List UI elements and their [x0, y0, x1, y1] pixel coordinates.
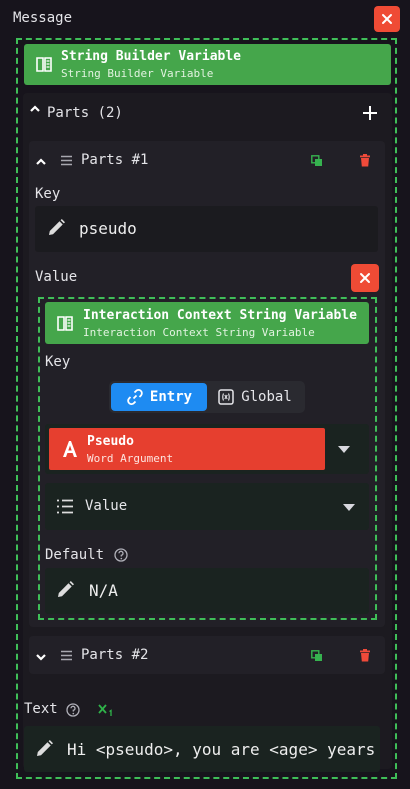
value-select[interactable]: Value: [45, 483, 369, 530]
chevron-down-icon[interactable]: [338, 446, 350, 453]
duplicate-icon[interactable]: [311, 650, 323, 662]
pencil-icon: [58, 581, 74, 597]
inner-key-label: Key: [45, 354, 71, 370]
key-value: pseudo: [79, 219, 137, 238]
inner-variable-title: Interaction Context String Variable: [83, 308, 357, 323]
chevron-up-icon: [36, 158, 46, 165]
variable-subscript-icon[interactable]: [98, 703, 114, 717]
plus-icon: [363, 106, 377, 120]
key-label: Key: [35, 186, 61, 202]
text-input[interactable]: Hi <pseudo>, you are <age> years old: [24, 726, 380, 772]
add-part-button[interactable]: [362, 105, 378, 125]
global-toggle-label: Global: [241, 389, 292, 405]
entry-toggle-label: Entry: [149, 389, 193, 405]
duplicate-icon[interactable]: [311, 155, 323, 167]
close-icon: [360, 273, 370, 283]
inner-variable-subtitle: Interaction Context String Variable: [83, 326, 315, 339]
list-icon: [57, 499, 73, 514]
text-value: Hi <pseudo>, you are <age> years old: [67, 740, 377, 759]
key-input[interactable]: pseudo: [35, 206, 378, 252]
help-circle-icon[interactable]: [66, 703, 80, 717]
part-2-expand-toggle[interactable]: [35, 650, 47, 666]
chevron-down-icon: [36, 654, 46, 661]
value-label: Value: [35, 269, 78, 285]
default-value: N/A: [89, 581, 118, 600]
close-icon: [382, 14, 392, 24]
variable-book-icon: [36, 57, 52, 72]
parts-collapse-toggle[interactable]: [29, 104, 41, 114]
pencil-icon: [37, 740, 53, 756]
pencil-icon: [49, 219, 65, 235]
argument-card[interactable]: Pseudo Word Argument: [49, 428, 325, 470]
argument-subtitle: Word Argument: [87, 452, 174, 465]
remove-value-button[interactable]: [351, 264, 379, 292]
scope-toggle: Entry Global: [109, 381, 305, 413]
interaction-context-variable-card[interactable]: Interaction Context String Variable Inte…: [45, 302, 369, 344]
message-title: Message: [13, 10, 73, 26]
close-message-button[interactable]: [374, 6, 400, 32]
part-2-label: Parts #2: [81, 647, 149, 663]
drag-handle-icon[interactable]: [60, 650, 73, 661]
argument-a-icon: [63, 441, 77, 457]
parts-header-label: Parts (2): [47, 105, 123, 121]
variable-subtitle: String Builder Variable: [61, 67, 214, 80]
delete-icon[interactable]: [359, 154, 371, 167]
part-1-label: Parts #1: [81, 152, 149, 168]
variable-title: String Builder Variable: [61, 49, 242, 64]
chevron-down-icon: [343, 504, 355, 511]
variable-book-icon: [57, 316, 73, 331]
argument-title: Pseudo: [87, 434, 134, 449]
global-toggle-button[interactable]: Global: [207, 383, 303, 411]
part-1-collapse-toggle[interactable]: [35, 155, 47, 171]
default-label: Default: [45, 547, 105, 563]
entry-toggle-button[interactable]: Entry: [111, 383, 207, 411]
text-label: Text: [24, 701, 58, 717]
default-input[interactable]: N/A: [45, 568, 369, 614]
drag-handle-icon[interactable]: [60, 155, 73, 166]
variable-bracket-icon: [218, 389, 234, 405]
chevron-up-icon: [30, 105, 40, 112]
link-icon: [127, 389, 143, 405]
value-select-text: Value: [85, 498, 128, 514]
delete-icon[interactable]: [359, 649, 371, 662]
string-builder-variable-card[interactable]: String Builder Variable String Builder V…: [24, 44, 391, 85]
help-circle-icon[interactable]: [114, 548, 128, 562]
